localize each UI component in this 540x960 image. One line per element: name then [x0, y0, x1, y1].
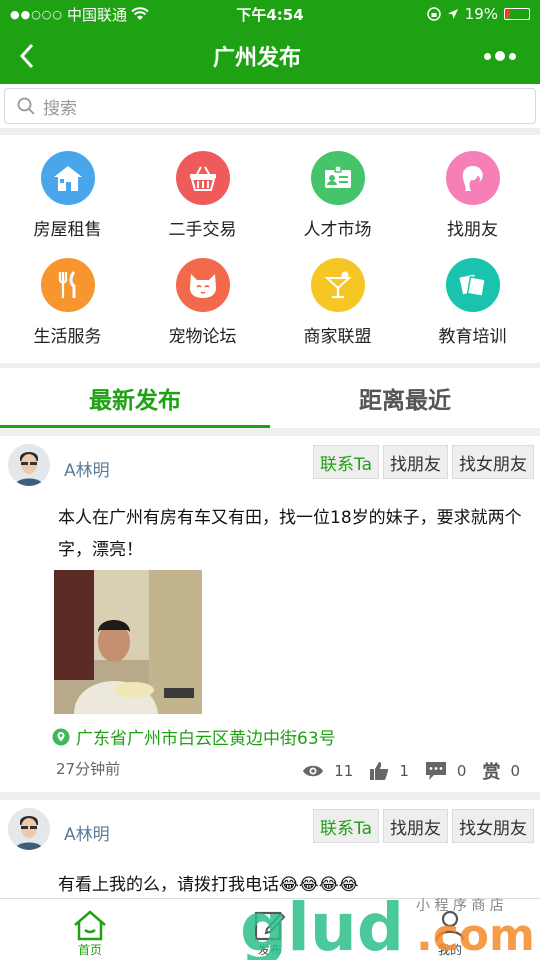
- orientation-lock-icon: [426, 7, 441, 21]
- basket-icon: [175, 151, 230, 205]
- page-title: 广州发布: [212, 46, 301, 71]
- category-label: 教育培训: [438, 327, 507, 347]
- post-content: 本人在广州有房有车又有田，找一位18岁的妹子，要求就两个字，漂亮！: [58, 508, 522, 560]
- more-dot-icon: [484, 52, 491, 60]
- tag-find-friend[interactable]: 找朋友: [383, 809, 448, 843]
- post-tags: 联系Ta 找朋友 找女朋友: [313, 445, 534, 479]
- user-icon: [435, 910, 465, 941]
- more-dot-icon: [509, 52, 516, 60]
- post-location[interactable]: 广东省广州市白云区黄边中街63号: [52, 724, 336, 749]
- category-housing[interactable]: 房屋租售: [0, 151, 135, 258]
- likes-count: 1: [399, 762, 409, 780]
- views-count: 11: [334, 762, 354, 780]
- house-icon: [40, 151, 95, 205]
- signal-dots-icon: ●●○○○: [10, 7, 63, 21]
- wifi-icon: [131, 7, 149, 20]
- id-card-icon: [310, 151, 365, 205]
- reward-button[interactable]: 赏 0: [482, 758, 520, 784]
- contact-button[interactable]: 联系Ta: [313, 445, 379, 479]
- search-input[interactable]: 搜索: [4, 88, 536, 124]
- category-label: 二手交易: [168, 220, 237, 240]
- category-pet-forum[interactable]: 宠物论坛: [135, 258, 270, 365]
- post-content: 有看上我的么，请拨打我电话😂😂😂😂: [58, 875, 359, 895]
- tab-label: 我的: [437, 943, 462, 957]
- category-label: 房屋租售: [33, 220, 102, 240]
- avatar[interactable]: [8, 444, 50, 486]
- nav-bar: 广州发布: [0, 28, 540, 84]
- tab-label: 首页: [77, 943, 102, 957]
- location-arrow-icon: [447, 9, 458, 19]
- post-address: 广东省广州市白云区黄边中街63号: [76, 729, 336, 749]
- reward-icon: 赏: [482, 762, 501, 783]
- post-photo[interactable]: [54, 570, 202, 714]
- category-friends[interactable]: 找朋友: [405, 151, 540, 258]
- girl-icon: [445, 151, 500, 205]
- tab-mine[interactable]: 我的: [360, 899, 540, 960]
- category-secondhand[interactable]: 二手交易: [135, 151, 270, 258]
- category-talent[interactable]: 人才市场: [270, 151, 405, 258]
- fork-knife-icon: [40, 258, 95, 312]
- cat-icon: [175, 258, 230, 312]
- post-time: 27分钟前: [56, 760, 121, 778]
- cocktail-icon: [310, 258, 365, 312]
- tab-publish[interactable]: 发布: [180, 899, 360, 960]
- post-author[interactable]: A林明: [64, 456, 110, 481]
- search-icon: [17, 97, 35, 115]
- more-dot-icon: [495, 51, 505, 61]
- comment-button[interactable]: 0: [425, 761, 467, 781]
- battery-icon: [504, 8, 530, 20]
- cards-icon: [445, 258, 500, 312]
- post-card[interactable]: A林明 联系Ta 找朋友 找女朋友 本人在广州有房有车又有田，找一位18岁的妹子…: [0, 436, 540, 792]
- post-card[interactable]: A林明 联系Ta 找朋友 找女朋友 有看上我的么，请拨打我电话😂😂😂😂: [0, 800, 540, 898]
- rewards-count: 0: [510, 762, 520, 780]
- search-placeholder: 搜索: [43, 98, 77, 119]
- battery-percent: 19%: [464, 5, 498, 23]
- category-label: 人才市场: [303, 220, 372, 240]
- contact-button[interactable]: 联系Ta: [313, 809, 379, 843]
- comment-icon: [425, 762, 446, 780]
- eye-icon: [303, 765, 324, 777]
- tab-latest[interactable]: 最新发布: [0, 368, 270, 428]
- category-merchant-alliance[interactable]: 商家联盟: [270, 258, 405, 365]
- search-bar: 搜索: [0, 84, 540, 128]
- thumbs-up-icon: [370, 762, 389, 780]
- tag-find-girlfriend[interactable]: 找女朋友: [452, 445, 534, 479]
- comments-count: 0: [456, 762, 467, 780]
- location-pin-icon: [52, 728, 70, 745]
- home-icon: [74, 910, 106, 941]
- category-grid: 房屋租售 二手交易 人才市场 找朋友 生活服务 宠物论坛 商家联盟 教育培训: [0, 135, 540, 363]
- back-button[interactable]: [0, 28, 54, 84]
- chevron-left-icon: [19, 43, 34, 69]
- category-life-service[interactable]: 生活服务: [0, 258, 135, 365]
- feed-tabs: 最新发布 距离最近: [0, 368, 540, 428]
- carrier-name: 中国联通: [67, 5, 128, 24]
- views-stat: 11: [302, 762, 353, 780]
- category-label: 找朋友: [447, 220, 498, 240]
- tag-find-friend[interactable]: 找朋友: [383, 445, 448, 479]
- tab-nearest[interactable]: 距离最近: [270, 368, 540, 428]
- tag-find-girlfriend[interactable]: 找女朋友: [452, 809, 534, 843]
- status-time: 下午4:54: [236, 5, 304, 24]
- avatar[interactable]: [8, 808, 50, 850]
- more-menu-button[interactable]: [460, 28, 540, 84]
- tab-home[interactable]: 首页: [0, 899, 180, 960]
- category-label: 商家联盟: [303, 327, 372, 347]
- category-label: 宠物论坛: [168, 327, 237, 347]
- post-author[interactable]: A林明: [64, 820, 110, 845]
- tab-label: 发布: [257, 943, 282, 957]
- category-education[interactable]: 教育培训: [405, 258, 540, 365]
- post-tags: 联系Ta 找朋友 找女朋友: [313, 809, 534, 843]
- post-stats: 11 1 0 赏 0: [286, 758, 520, 784]
- status-bar: ●●○○○ 中国联通 下午4:54 19%: [0, 0, 540, 28]
- category-label: 生活服务: [33, 327, 102, 347]
- like-button[interactable]: 1: [369, 761, 409, 781]
- edit-icon: [254, 911, 286, 941]
- bottom-tab-bar: 首页 发布 我的: [0, 898, 540, 960]
